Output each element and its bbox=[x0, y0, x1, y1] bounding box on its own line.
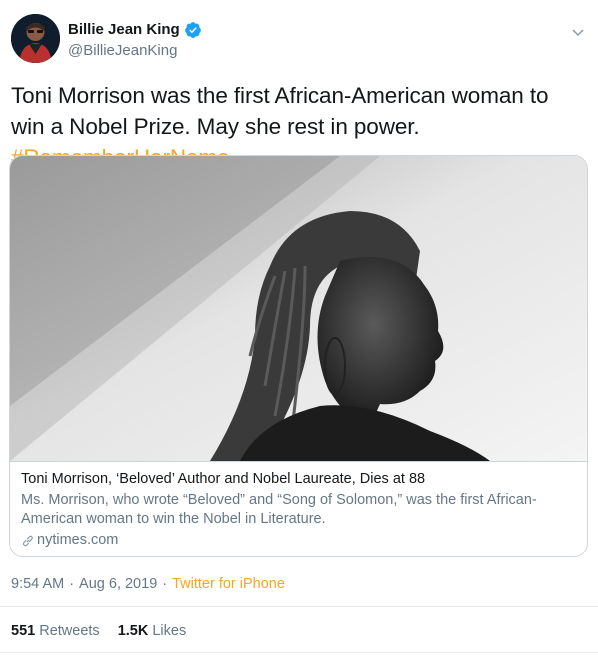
retweets-count: 551 bbox=[11, 623, 36, 639]
divider bbox=[0, 652, 598, 653]
name-row: Billie Jean King bbox=[68, 20, 202, 40]
tweet-meta: 9:54 AM · Aug 6, 2019 · Twitter for iPho… bbox=[11, 575, 285, 593]
verified-badge-icon bbox=[184, 21, 202, 39]
tweet: Billie Jean King @BillieJeanKing Toni Mo… bbox=[0, 0, 598, 657]
likes-stat[interactable]: 1.5K Likes bbox=[118, 622, 187, 640]
card-domain-text: nytimes.com bbox=[37, 532, 119, 548]
divider bbox=[0, 606, 598, 607]
tweet-date[interactable]: Aug 6, 2019 bbox=[79, 575, 157, 593]
link-card[interactable]: Toni Morrison, ‘Beloved’ Author and Nobe… bbox=[9, 155, 588, 557]
meta-separator: · bbox=[162, 576, 168, 592]
avatar[interactable] bbox=[11, 14, 60, 63]
handle[interactable]: @BillieJeanKing bbox=[68, 41, 202, 61]
display-name[interactable]: Billie Jean King bbox=[68, 20, 180, 40]
likes-count: 1.5K bbox=[117, 623, 149, 639]
card-description: Ms. Morrison, who wrote “Beloved” and “S… bbox=[21, 492, 537, 527]
card-image bbox=[10, 156, 587, 461]
tweet-time[interactable]: 9:54 AM bbox=[11, 575, 64, 593]
author-block: Billie Jean King @BillieJeanKing bbox=[68, 20, 202, 61]
meta-separator: · bbox=[69, 576, 75, 592]
likes-label: Likes bbox=[152, 623, 187, 639]
tweet-body: Toni Morrison was the first African-Amer… bbox=[11, 83, 549, 139]
link-icon bbox=[21, 534, 35, 548]
card-body: Toni Morrison, ‘Beloved’ Author and Nobe… bbox=[10, 461, 587, 556]
retweets-label: Retweets bbox=[39, 623, 100, 639]
tweet-source[interactable]: Twitter for iPhone bbox=[172, 575, 285, 593]
card-domain: nytimes.com bbox=[21, 531, 576, 550]
card-title: Toni Morrison, ‘Beloved’ Author and Nobe… bbox=[21, 471, 426, 487]
tweet-stats: 551 Retweets 1.5K Likes bbox=[11, 622, 186, 640]
retweets-stat[interactable]: 551 Retweets bbox=[11, 622, 100, 640]
chevron-down-icon[interactable] bbox=[570, 24, 586, 40]
